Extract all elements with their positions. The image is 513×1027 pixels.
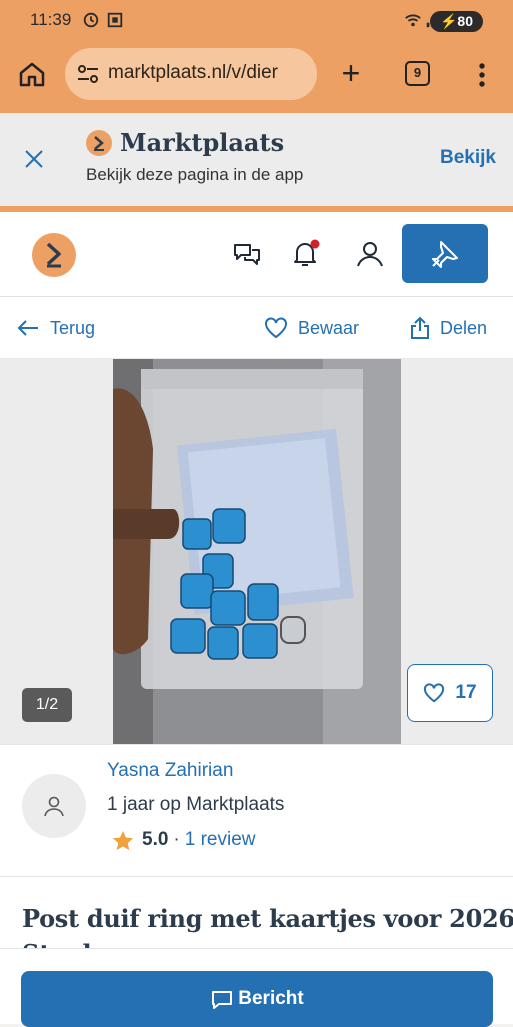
heart-icon bbox=[424, 683, 445, 703]
arrow-left-icon bbox=[17, 320, 38, 336]
banner-brand: Marktplaats bbox=[120, 128, 285, 157]
back-label: Terug bbox=[50, 317, 96, 338]
sync-icon bbox=[83, 12, 99, 28]
save-label: Bewaar bbox=[298, 317, 360, 338]
seller-name[interactable]: Yasna Zahirian bbox=[107, 760, 233, 782]
bottom-action-bar: Bericht bbox=[0, 948, 513, 1027]
seller-card: Yasna Zahirian 1 jaar op Marktplaats 5.0… bbox=[0, 744, 513, 877]
marktplaats-logo-icon bbox=[86, 130, 112, 156]
save-button[interactable]: Bewaar bbox=[264, 297, 359, 359]
open-in-app-button[interactable]: Bekijk bbox=[440, 147, 496, 169]
share-label: Delen bbox=[440, 317, 488, 338]
url-text: marktplaats.nl/v/dier bbox=[108, 62, 279, 83]
image-counter: 1/2 bbox=[22, 688, 72, 722]
account-icon[interactable] bbox=[355, 239, 385, 269]
star-icon bbox=[113, 830, 133, 850]
seller-rating: 5.0 · 1 review bbox=[112, 828, 256, 852]
avatar[interactable] bbox=[22, 774, 86, 838]
status-time: 11:39 bbox=[30, 10, 72, 29]
message-button[interactable]: Bericht bbox=[21, 971, 493, 1027]
rating-separator: · bbox=[173, 829, 180, 850]
favorite-count: 17 bbox=[455, 682, 477, 703]
image-gallery[interactable]: 1/2 17 bbox=[0, 359, 513, 744]
back-button[interactable]: Terug bbox=[16, 297, 95, 359]
notifications-icon[interactable] bbox=[290, 239, 320, 269]
rating-score: 5.0 bbox=[142, 829, 169, 850]
close-icon[interactable] bbox=[22, 147, 46, 171]
listing-photo[interactable] bbox=[113, 359, 401, 744]
place-ad-button[interactable] bbox=[402, 224, 488, 283]
pin-icon bbox=[432, 241, 458, 268]
screenshot-icon bbox=[107, 12, 123, 28]
listing-title: Post duif ring met kaartjes voor 2026. bbox=[22, 904, 513, 933]
address-bar[interactable]: marktplaats.nl/v/dier bbox=[65, 48, 317, 100]
app-banner: Marktplaats Bekijk deze pagina in de app… bbox=[0, 113, 513, 206]
site-logo-icon[interactable] bbox=[32, 233, 76, 277]
banner-subtitle: Bekijk deze pagina in de app bbox=[86, 165, 304, 184]
favorite-button[interactable]: 17 bbox=[407, 664, 493, 722]
share-button[interactable]: Delen bbox=[410, 297, 487, 359]
message-label: Bericht bbox=[238, 988, 304, 1009]
new-tab-icon[interactable]: + bbox=[337, 57, 365, 90]
charging-icon: ⚡ bbox=[439, 13, 458, 29]
share-icon bbox=[411, 316, 429, 339]
listing-actions: Terug Bewaar Delen bbox=[0, 297, 513, 359]
battery-indicator: ⚡80 bbox=[430, 11, 483, 32]
home-icon[interactable] bbox=[18, 60, 46, 88]
status-bar: 11:39 ⚡80 bbox=[0, 6, 513, 34]
heart-icon bbox=[265, 317, 287, 339]
messages-icon[interactable] bbox=[232, 239, 262, 269]
wifi-icon bbox=[405, 14, 421, 27]
more-options-icon[interactable] bbox=[470, 60, 494, 90]
user-icon bbox=[44, 796, 64, 817]
tab-switcher-button[interactable]: 9 bbox=[405, 61, 430, 86]
site-header bbox=[0, 212, 513, 297]
browser-toolbar: 11:39 ⚡80 marktplaats.nl/v/dier + 9 bbox=[0, 0, 513, 113]
chat-icon bbox=[212, 991, 233, 1009]
seller-membership: 1 jaar op Marktplaats bbox=[107, 794, 285, 815]
reviews-link[interactable]: 1 review bbox=[185, 829, 256, 851]
site-settings-icon[interactable] bbox=[77, 64, 99, 84]
